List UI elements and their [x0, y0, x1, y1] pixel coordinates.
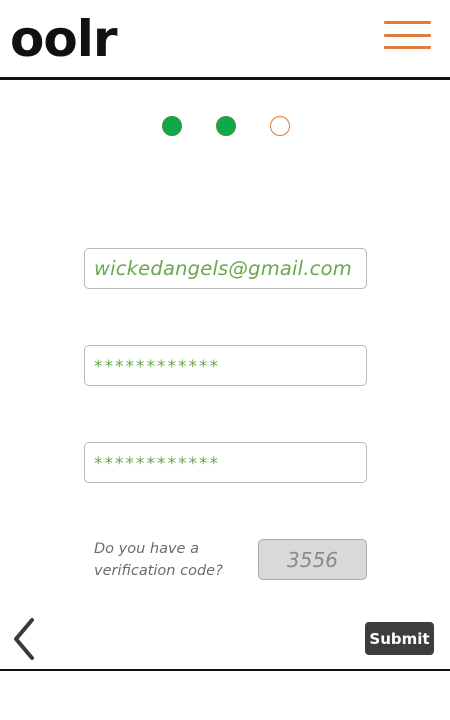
confirm-password-field[interactable]: ************ [84, 442, 367, 483]
chevron-left-icon [14, 618, 34, 660]
verification-code-field[interactable]: 3556 [258, 539, 367, 580]
app-header: oolr [0, 0, 450, 80]
hamburger-menu-icon[interactable] [384, 20, 432, 52]
email-value: wickedangels@gmail.com [94, 257, 352, 280]
confirm-password-value: ************ [94, 454, 220, 474]
email-field[interactable]: wickedangels@gmail.com [84, 248, 367, 289]
progress-stepper [0, 116, 450, 136]
verification-prompt: Do you have a verification code? [94, 541, 223, 579]
step-dot-1 [162, 116, 182, 136]
password-field[interactable]: ************ [84, 345, 367, 386]
step-dot-2 [216, 116, 236, 136]
password-value: ************ [94, 357, 220, 377]
back-button[interactable] [12, 617, 38, 661]
footer-divider [0, 669, 450, 671]
verification-code-value: 3556 [287, 547, 338, 572]
submit-button[interactable]: Submit [365, 622, 434, 655]
app-logo: oolr [10, 10, 117, 68]
menu-bar [384, 34, 431, 37]
menu-bar [384, 21, 431, 24]
header-divider [0, 77, 450, 80]
step-dot-3 [270, 116, 290, 136]
menu-bar [384, 46, 431, 49]
